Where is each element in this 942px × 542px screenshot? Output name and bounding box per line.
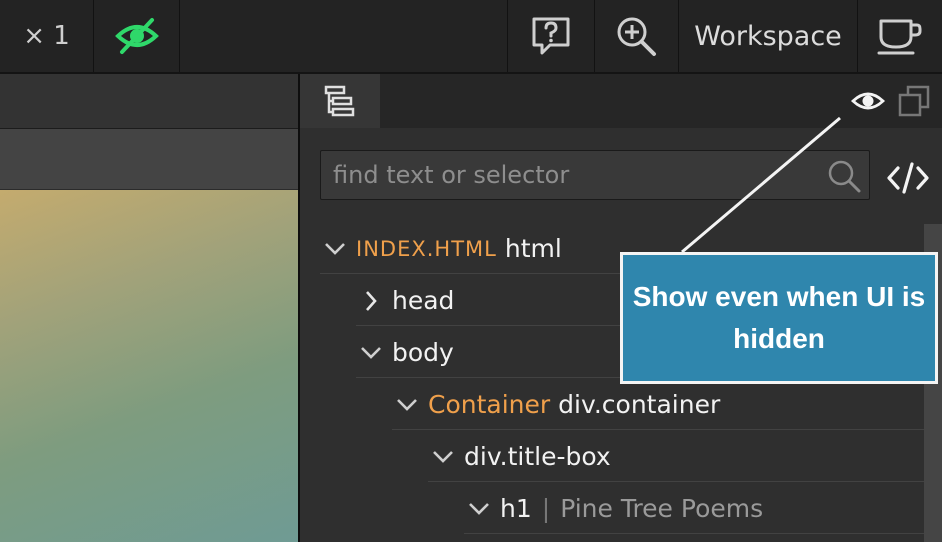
- tree-row-name-tag: INDEX.HTML: [356, 236, 497, 261]
- tree-row-container[interactable]: Container div.container: [392, 380, 924, 430]
- canvas-gradient-image: [0, 190, 298, 542]
- callout-tooltip: Show even when UI is hidden: [620, 252, 938, 384]
- duplicate-panel-button[interactable]: [896, 84, 932, 118]
- help-bubble-icon: [532, 17, 570, 55]
- canvas-preview[interactable]: [0, 74, 298, 542]
- search-input[interactable]: [321, 151, 821, 199]
- chevron-down-icon[interactable]: [464, 494, 494, 524]
- search-row: [300, 128, 942, 218]
- eye-slash-icon: [114, 18, 159, 54]
- tree-row-selector: div.title-box: [464, 442, 611, 471]
- chevron-down-icon[interactable]: [320, 234, 350, 264]
- tree-structure-icon: [324, 85, 355, 117]
- tab-element-tree[interactable]: [300, 74, 380, 128]
- chevron-down-icon[interactable]: [392, 390, 422, 420]
- zoom-level-button[interactable]: × 1: [0, 0, 94, 72]
- chevron-down-icon[interactable]: [356, 338, 386, 368]
- coffee-cup-icon: [877, 19, 922, 55]
- show-when-ui-hidden-toggle[interactable]: [850, 86, 886, 116]
- tree-row-selector: head: [392, 286, 455, 315]
- tree-row-selector: html: [504, 234, 562, 263]
- tree-row-text-content: Pine Tree Poems: [560, 494, 764, 523]
- tree-row-separator: |: [541, 494, 551, 523]
- zoom-in-button[interactable]: [594, 0, 679, 72]
- panel-tab-bar: [300, 74, 942, 128]
- canvas-header-bar: [0, 74, 298, 129]
- canvas-subheader-bar: [0, 129, 298, 189]
- zoom-level-label: × 1: [23, 21, 70, 51]
- workspace-button[interactable]: Workspace: [679, 0, 858, 72]
- zoom-in-icon: [617, 17, 656, 56]
- code-view-toggle[interactable]: [884, 158, 932, 198]
- tree-row-title-box[interactable]: div.title-box: [428, 432, 924, 482]
- help-button[interactable]: [507, 0, 595, 72]
- code-tags-icon: [887, 162, 929, 194]
- chevron-right-icon[interactable]: [356, 286, 386, 316]
- search-icon: [828, 160, 861, 193]
- tree-row-selector: h1: [500, 494, 532, 523]
- workspace-label: Workspace: [694, 20, 842, 52]
- tree-row-h1[interactable]: h1 | Pine Tree Poems: [464, 484, 924, 534]
- coffee-button[interactable]: [858, 0, 942, 72]
- tree-row-selector: div.container: [558, 390, 721, 419]
- duplicate-icon: [898, 85, 930, 117]
- search-box: [320, 150, 870, 200]
- tree-row-name-tag: Container: [428, 390, 551, 419]
- eye-icon: [851, 92, 885, 110]
- tree-row-selector: body: [392, 338, 454, 367]
- callout-text: Show even when UI is hidden: [632, 281, 926, 354]
- top-toolbar: × 1 Workspace: [0, 0, 942, 74]
- chevron-down-icon[interactable]: [428, 442, 458, 472]
- toggle-ui-visibility-button[interactable]: [94, 0, 180, 72]
